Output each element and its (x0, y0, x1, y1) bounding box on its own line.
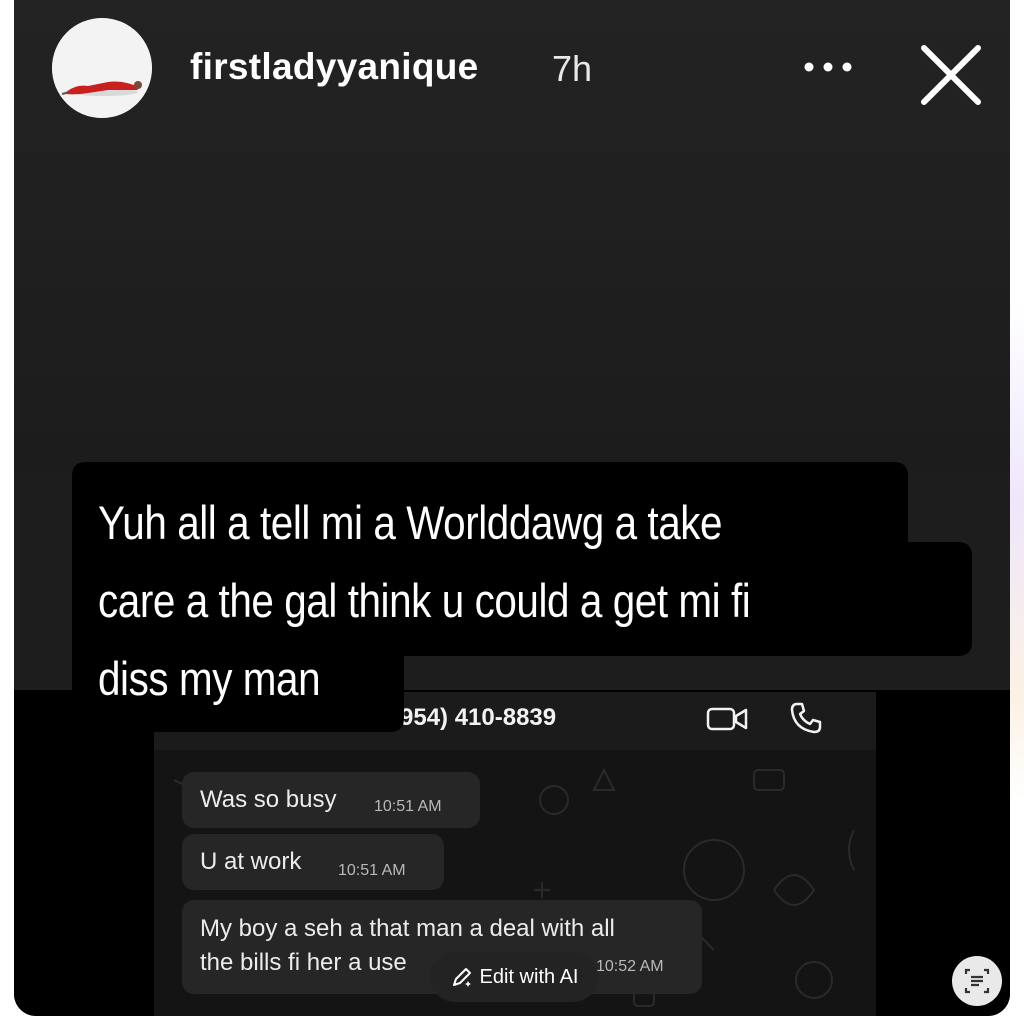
text-scan-icon (964, 968, 990, 994)
story-background (14, 0, 1010, 470)
message-text: Was so busy (200, 786, 337, 813)
message-text: U at work (200, 848, 302, 875)
story-caption: Yuh all a tell mi a Worlddawg a take car… (72, 462, 972, 732)
post-time: 7h (552, 48, 593, 89)
more-options-button[interactable] (800, 52, 856, 82)
username[interactable]: firstladyyanique (190, 46, 479, 88)
pencil-sparkle-icon (452, 968, 471, 987)
caption-text: Yuh all a tell mi a Worlddawg a take car… (98, 484, 838, 718)
edit-with-ai-button[interactable]: Edit with AI (430, 952, 598, 1002)
avatar[interactable] (52, 18, 152, 118)
caption-line: Yuh all a tell mi a Worlddawg a take (98, 496, 723, 549)
close-button[interactable] (916, 40, 986, 110)
chat-message: Was so busy 10:51 AM (182, 772, 480, 828)
message-time: 10:51 AM (374, 798, 442, 815)
message-time: 10:51 AM (338, 862, 406, 879)
edit-with-ai-label: Edit with AI (479, 965, 579, 988)
close-icon (921, 45, 981, 105)
message-line: My boy a seh a that man a deal with all (200, 915, 615, 942)
edge-glow (1010, 300, 1024, 800)
caption-line: care a the gal think u could a get mi fi (98, 574, 751, 627)
more-dots-icon (804, 62, 852, 72)
avatar-image (52, 18, 152, 118)
story-viewer: firstladyyanique 7h 954) 410-8839 Was so… (14, 0, 1010, 1016)
text-scan-button[interactable] (952, 956, 1002, 1006)
caption-line: diss my man (98, 652, 321, 705)
message-time: 10:52 AM (596, 958, 664, 975)
chat-message: U at work 10:51 AM (182, 834, 444, 890)
